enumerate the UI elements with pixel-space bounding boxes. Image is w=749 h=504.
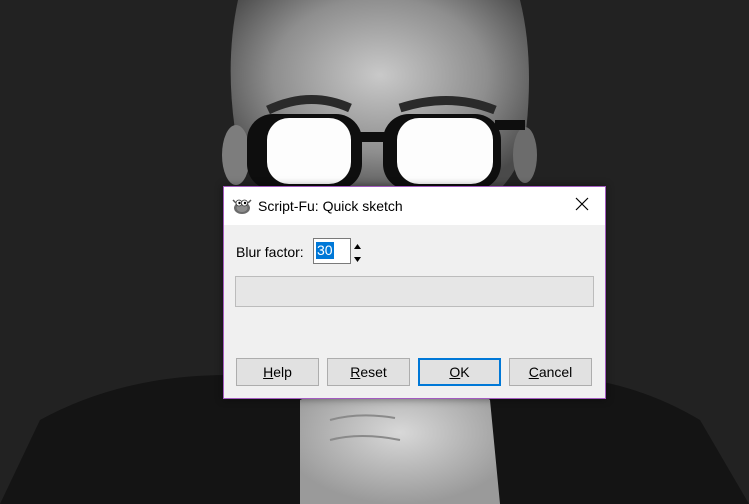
cancel-label: Cancel — [528, 364, 573, 380]
title-bar[interactable]: Script-Fu: Quick sketch — [224, 187, 605, 225]
blur-factor-label: Blur factor: — [236, 244, 304, 260]
help-label: Help — [263, 364, 292, 380]
ok-button[interactable]: OK — [418, 358, 501, 386]
progress-bar — [235, 276, 594, 307]
quick-sketch-dialog: Script-Fu: Quick sketch Blur factor: 30 … — [223, 186, 606, 399]
blur-factor-value: 30 — [316, 242, 334, 259]
spin-down-button[interactable] — [352, 251, 363, 264]
gimp-wilber-icon — [232, 197, 252, 215]
arrow-down-icon — [354, 249, 361, 267]
close-icon — [575, 197, 589, 216]
close-button[interactable] — [559, 187, 605, 225]
help-button[interactable]: Help — [236, 358, 319, 386]
reset-label: Reset — [350, 364, 387, 380]
cancel-button[interactable]: Cancel — [509, 358, 592, 386]
ok-label: OK — [449, 364, 470, 380]
reset-button[interactable]: Reset — [327, 358, 410, 386]
dialog-title: Script-Fu: Quick sketch — [258, 198, 403, 214]
blur-factor-spinner — [352, 238, 363, 264]
blur-factor-input[interactable]: 30 — [313, 238, 351, 264]
